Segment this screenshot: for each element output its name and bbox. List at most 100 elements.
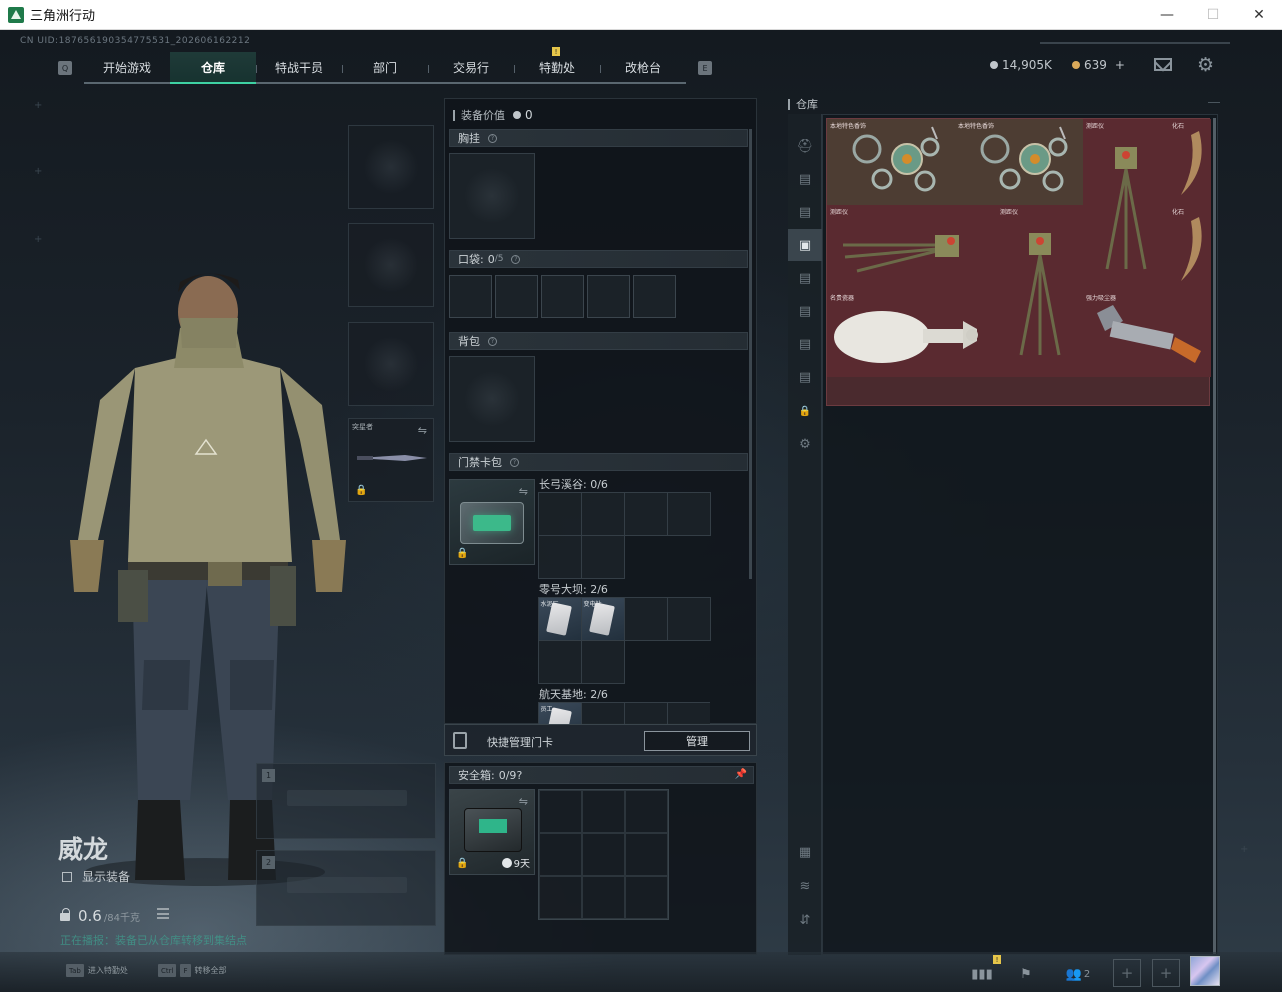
close-button[interactable]: ✕	[1236, 0, 1282, 30]
category-6-icon[interactable]: ▤	[788, 328, 822, 360]
keycard-cell[interactable]	[580, 639, 625, 684]
help-icon[interactable]: ?	[516, 769, 522, 782]
maximize-button[interactable]: ☐	[1190, 0, 1236, 30]
pocket-slot[interactable]	[633, 275, 676, 318]
tab-department[interactable]: 部门	[342, 52, 428, 82]
warehouse-scrollbar[interactable]	[1213, 118, 1216, 954]
transfer-all-hint[interactable]: Ctrl F 转移全部	[158, 964, 227, 977]
keycard-cell[interactable]	[666, 702, 710, 724]
keycard-item[interactable]: 员工	[538, 702, 582, 724]
add-teammate-button[interactable]: +	[1113, 959, 1141, 987]
safe-cell[interactable]	[539, 876, 582, 919]
warehouse-item[interactable]: 测距仪	[827, 205, 997, 291]
help-icon[interactable]: ?	[511, 254, 521, 264]
keycard-item[interactable]: 变电站	[580, 596, 625, 641]
swap-icon[interactable]: ⇋	[418, 424, 427, 437]
silver-currency[interactable]: 14,905K	[990, 58, 1052, 72]
ticket-icon[interactable]: ▦	[788, 836, 822, 868]
warehouse-item[interactable]: 测距仪	[1083, 119, 1169, 291]
warehouse-item[interactable]: 化石	[1169, 205, 1211, 291]
safe-cell[interactable]	[539, 790, 582, 833]
tab-special-ops[interactable]: 特勤处 !	[514, 47, 600, 82]
pistol-slot[interactable]	[348, 322, 434, 406]
help-icon[interactable]: ?	[488, 336, 497, 346]
helmet-icon[interactable]: ⛑	[788, 130, 822, 162]
keycard-cell[interactable]	[623, 702, 668, 724]
show-gear-checkbox[interactable]	[62, 871, 72, 882]
swap-icon[interactable]: ⇋	[519, 485, 528, 498]
safe-cell[interactable]	[582, 833, 625, 876]
chest-rig-slot[interactable]	[449, 153, 535, 239]
team-button[interactable]: 👥 2	[1058, 962, 1098, 986]
keycard-cell[interactable]	[537, 534, 582, 579]
category-5-icon[interactable]: ▤	[788, 295, 822, 327]
pocket-slot[interactable]	[495, 275, 538, 318]
keycard-cell[interactable]	[537, 639, 582, 684]
category-2-icon[interactable]: ▤	[788, 196, 822, 228]
warehouse-item[interactable]: 本地特色香饰	[827, 119, 955, 205]
keycard-item[interactable]: 水泥厂	[537, 596, 582, 641]
pocket-slot[interactable]	[541, 275, 584, 318]
category-3-icon[interactable]: ▣	[788, 229, 822, 261]
keycard-cell[interactable]	[623, 596, 668, 641]
layers-icon[interactable]: ≋	[788, 870, 822, 902]
pocket-slot[interactable]	[587, 275, 630, 318]
safe-box-slot[interactable]: ⇋ 🔒 9天	[449, 789, 535, 875]
list-icon[interactable]	[157, 908, 169, 919]
add-currency-button[interactable]: +	[1115, 58, 1125, 72]
primary-weapon-slot-1[interactable]: 1	[256, 763, 436, 839]
stats-icon[interactable]: ▮▮▮	[966, 962, 998, 986]
pin-icon[interactable]: 📌	[735, 769, 747, 780]
show-gear-toggle[interactable]: 显示装备	[62, 868, 130, 885]
keycard-cell[interactable]	[580, 702, 625, 724]
tab-trading[interactable]: 交易行	[428, 52, 514, 82]
player-avatar[interactable]	[1190, 956, 1220, 986]
primary-weapon-slot-2[interactable]: 2	[256, 850, 436, 926]
safe-cell[interactable]	[625, 790, 668, 833]
mail-icon[interactable]	[1154, 58, 1172, 71]
sort-icon[interactable]: ⇵	[788, 904, 822, 936]
add-teammate-button[interactable]: +	[1152, 959, 1180, 987]
help-icon[interactable]: ?	[510, 457, 519, 467]
settings-icon[interactable]: ⚙	[788, 428, 822, 460]
keycard-bag-slot[interactable]: ⇋ 🔒	[449, 479, 535, 565]
helmet-slot[interactable]	[348, 125, 434, 209]
lock-icon[interactable]: 🔒	[788, 395, 822, 427]
keycard-cell[interactable]	[580, 491, 625, 536]
keycard-cell[interactable]	[666, 491, 711, 536]
tab-operators[interactable]: 特战干员	[256, 52, 342, 82]
keycard-cell[interactable]	[537, 491, 582, 536]
tab-warehouse[interactable]: 仓库	[170, 52, 256, 84]
pocket-slot[interactable]	[449, 275, 492, 318]
help-icon[interactable]: ?	[488, 133, 497, 143]
warehouse-item[interactable]: 本地特色香饰	[955, 119, 1083, 205]
tab-start-game[interactable]: 开始游戏	[84, 52, 170, 82]
safe-cell[interactable]	[625, 876, 668, 919]
equipment-scrollbar[interactable]	[749, 129, 752, 579]
gold-currency[interactable]: 639 +	[1072, 58, 1125, 72]
minimize-button[interactable]: —	[1144, 0, 1190, 30]
safe-cell[interactable]	[539, 833, 582, 876]
swap-icon[interactable]: ⇋	[519, 795, 528, 808]
keycard-cell[interactable]	[666, 596, 711, 641]
category-7-icon[interactable]: ▤	[788, 361, 822, 393]
armor-slot[interactable]	[348, 223, 434, 307]
safe-cell[interactable]	[625, 833, 668, 876]
safe-cell[interactable]	[582, 790, 625, 833]
keycard-cell[interactable]	[580, 534, 625, 579]
tab-hint[interactable]: Tab 进入特勤处	[66, 964, 128, 977]
category-1-icon[interactable]: ▤	[788, 163, 822, 195]
settings-gear-icon[interactable]: ⚙	[1197, 54, 1214, 76]
flag-icon[interactable]: ⚑	[1010, 962, 1042, 986]
safe-cell[interactable]	[582, 876, 625, 919]
warehouse-item[interactable]: 测距仪	[997, 205, 1083, 377]
category-4-icon[interactable]: ▤	[788, 262, 822, 294]
warehouse-item[interactable]: 名贵瓷器	[827, 291, 997, 377]
warehouse-item[interactable]: 化石	[1169, 119, 1211, 205]
keycard-cell[interactable]	[623, 491, 668, 536]
tab-gunsmith[interactable]: 改枪台	[600, 52, 686, 82]
backpack-slot[interactable]	[449, 356, 535, 442]
melee-slot[interactable]: 突星者 ⇋ 🔒	[348, 418, 434, 502]
manage-button[interactable]: 管理	[644, 731, 750, 751]
warehouse-item[interactable]: 强力吸尘器	[1083, 291, 1211, 377]
